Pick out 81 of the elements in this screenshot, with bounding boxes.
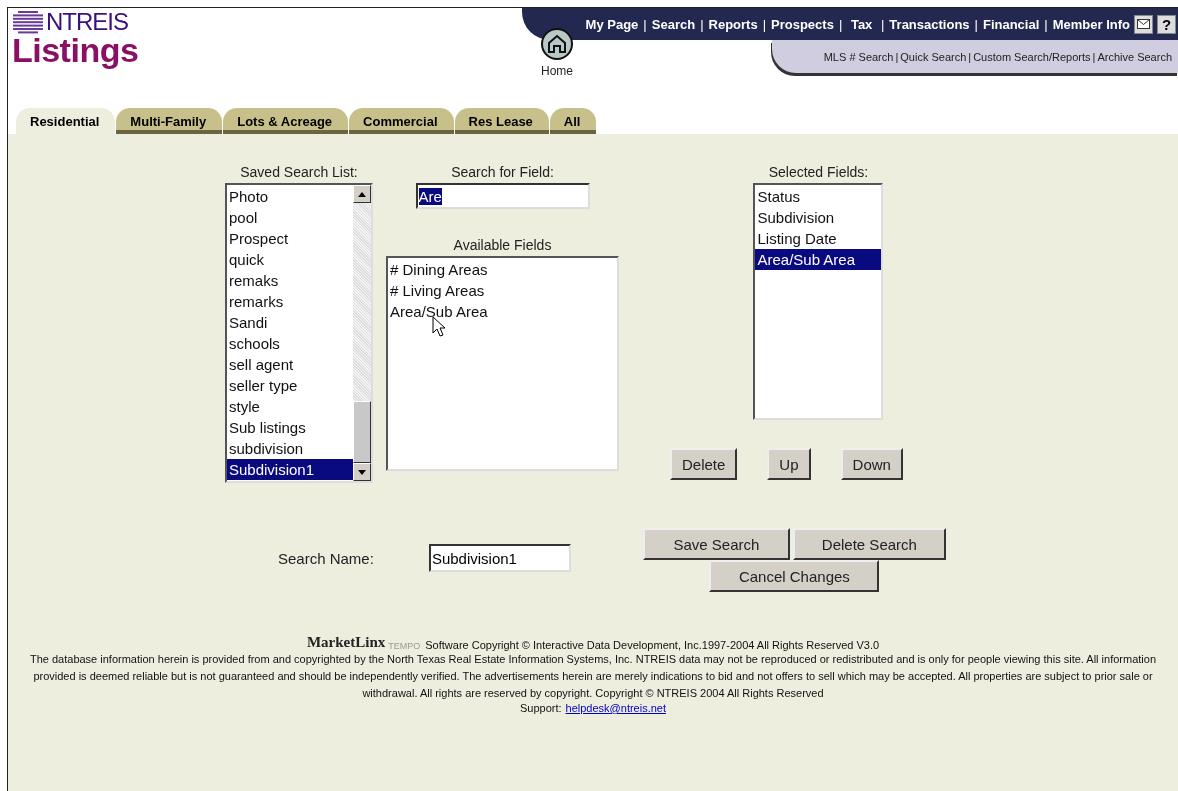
separator: | (967, 50, 973, 63)
list-box[interactable]: # Dining Areas # Living Areas Area/Sub Area (386, 256, 619, 471)
tab[interactable]: Res Lease (454, 108, 549, 134)
tab[interactable]: Residential (16, 108, 116, 134)
list-item[interactable]: # Dining Areas (388, 259, 617, 280)
down-arrow-icon (358, 469, 366, 475)
list-item[interactable]: Prospect (227, 228, 353, 249)
separator: | (879, 16, 886, 32)
nav-link[interactable]: Reports (708, 16, 758, 32)
nav-link[interactable]: Financial (982, 16, 1040, 32)
list-box[interactable]: Status Subdivision Listing Date Area/Sub Area (753, 183, 884, 420)
list-item[interactable]: Sandi (227, 312, 353, 333)
list-item[interactable]: sell agent (227, 354, 353, 375)
nav-link[interactable]: Transactions (889, 16, 970, 32)
list-item[interactable]: Photo (227, 186, 353, 207)
separator: | (1091, 50, 1097, 63)
action-button[interactable]: Delete (670, 448, 738, 480)
list-item[interactable]: subdivision (227, 438, 353, 459)
up-arrow-icon (358, 191, 366, 197)
list-item[interactable]: Subdivision1 (227, 459, 353, 480)
sub-nav-link[interactable]: MLS # Search (823, 50, 894, 63)
brand-logo-subtext: TEMPO (388, 641, 421, 651)
save-search-button[interactable]: Save Search (642, 528, 790, 560)
home-label: Home (541, 64, 573, 78)
sub-nav-link[interactable]: Custom Search/Reports (973, 50, 1091, 63)
brand-logo-text: MarketLinx (306, 634, 386, 651)
list-item[interactable]: Listing Date (755, 228, 882, 249)
home-icon[interactable] (541, 28, 573, 60)
logo-text: NTREIS (46, 10, 128, 34)
separator: | (1043, 16, 1049, 32)
list-label: Saved Search List: (240, 164, 358, 180)
support-label: Support: (519, 702, 562, 714)
field-label: Search for Field: (451, 164, 554, 180)
nav-link[interactable]: Search (651, 16, 696, 32)
list-label: Available Fields (453, 237, 552, 253)
list-label: Selected Fields: (768, 164, 869, 180)
list-item[interactable]: Status (755, 186, 882, 207)
tab[interactable]: Lots & Acreage (223, 108, 349, 134)
list-item[interactable]: pool (227, 207, 353, 228)
search-field[interactable]: Are (415, 183, 590, 209)
field-label: Search Name: (278, 549, 374, 567)
copyright-text: Software Copyright © Interactive Data Development, Inc.1997-2004 All Rights Reserved V3.0 (425, 639, 880, 651)
tab[interactable]: Commercial (349, 108, 454, 134)
separator: | (642, 16, 648, 32)
disclaimer-text: The database information herein is provided from and copyrighted by the North Texas Real Estate Information Systems, Inc. NTREIS data may not be reproduced or redistributed and is only for people viewing this site. All information provided is deemed reliable but is not guaranteed and should be independently verified. The advertisements herein are merely indications to bid and not offers to sell which may be accepted. All properties are subject to prior sale or withdrawal. All rights are reserved by copyright. Copyright © NTREIS 2004 All Rights Reserved (28, 652, 1157, 701)
search-name-field[interactable]: Subdivision1 (428, 544, 571, 572)
action-button[interactable]: Up (767, 448, 811, 480)
list-item[interactable]: Subdivision (755, 207, 882, 228)
list-item[interactable]: Sub listings (227, 417, 353, 438)
scrollbar[interactable] (353, 185, 371, 481)
sub-nav-link[interactable]: Quick Search (900, 50, 967, 63)
list-box[interactable]: Photo pool Prospect quick remaks remarks Sandi schools sell agent seller type style Sub listings subdivision Subdivision1 (225, 183, 373, 483)
cancel-changes-button[interactable]: Cancel Changes (709, 560, 880, 592)
list-item[interactable]: quick (227, 249, 353, 270)
separator: | (894, 50, 900, 63)
separator: | (973, 16, 979, 32)
support-email-link[interactable]: helpdesk@ntreis.net (565, 702, 666, 714)
action-button[interactable]: Down (840, 448, 903, 480)
tab[interactable]: Multi-Family (116, 108, 223, 134)
list-item[interactable]: schools (227, 333, 353, 354)
separator: | (837, 16, 844, 32)
list-item[interactable]: style (227, 396, 353, 417)
sub-nav-link[interactable]: Archive Search (1097, 50, 1172, 63)
list-item[interactable]: Area/Sub Area (388, 301, 617, 322)
nav-link[interactable]: Prospects (771, 16, 834, 32)
list-item[interactable]: # Living Areas (388, 280, 617, 301)
help-button[interactable]: ? (1157, 14, 1176, 34)
mouse-pointer-icon (432, 316, 446, 338)
nav-link[interactable]: Tax (847, 16, 876, 32)
list-item[interactable]: seller type (227, 375, 353, 396)
mail-icon[interactable] (1134, 14, 1153, 34)
list-item[interactable]: remaks (227, 270, 353, 291)
delete-search-button[interactable]: Delete Search (792, 528, 946, 560)
list-item[interactable]: remarks (227, 291, 353, 312)
tab[interactable]: All (549, 108, 597, 134)
nav-link[interactable]: My Page (585, 16, 639, 32)
separator: | (761, 16, 768, 32)
list-item[interactable]: Area/Sub Area (755, 249, 882, 270)
separator: | (699, 16, 705, 32)
nav-link[interactable]: Member Info (1052, 16, 1130, 32)
scroll-thumb[interactable] (353, 401, 371, 463)
